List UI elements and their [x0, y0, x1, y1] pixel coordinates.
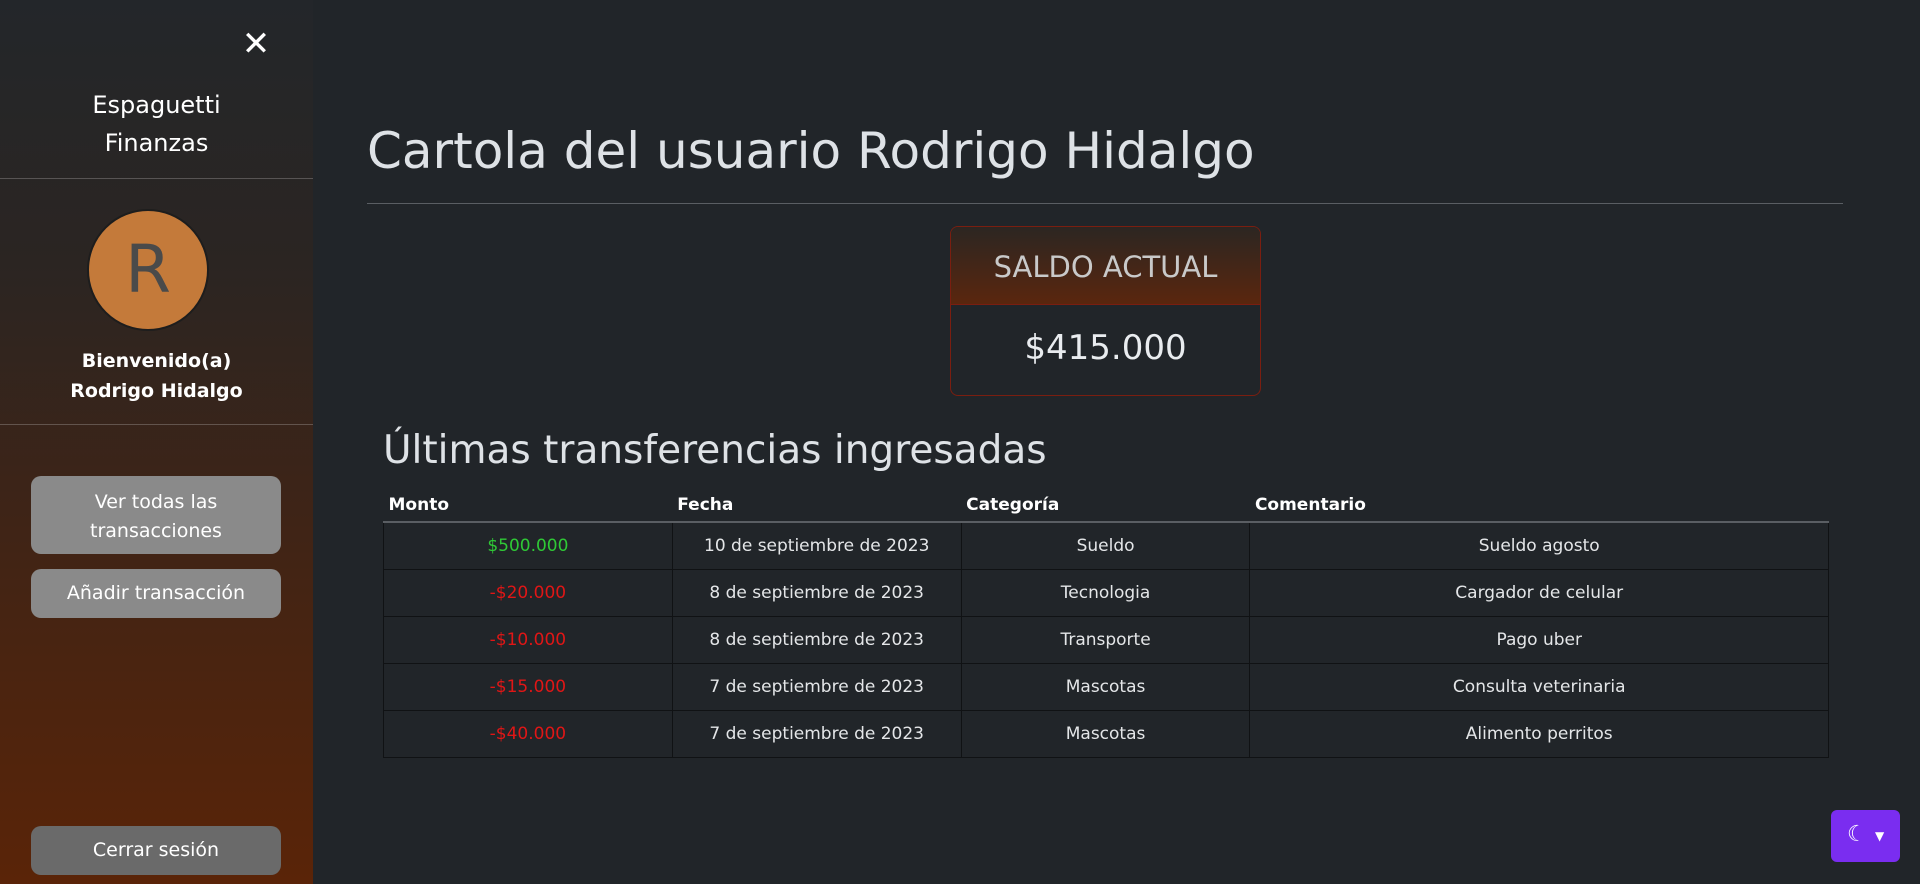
category-cell: Transporte [960, 616, 1251, 664]
date-cell: 8 de septiembre de 2023 [671, 616, 962, 664]
table-row: -$40.000 7 de septiembre de 2023 Mascota… [383, 710, 1829, 758]
chevron-down-icon: ▼ [1875, 829, 1885, 843]
sidebar-divider [0, 424, 313, 425]
transactions-table: Monto Fecha Categoría Comentario $500.00… [383, 488, 1829, 758]
amount-cell: $500.000 [383, 521, 673, 570]
view-all-transactions-button[interactable]: Ver todas las transacciones [31, 476, 281, 554]
table-row: $500.000 10 de septiembre de 2023 Sueldo… [383, 521, 1829, 570]
table-row: -$10.000 8 de septiembre de 2023 Transpo… [383, 616, 1829, 664]
avatar: R [87, 209, 209, 331]
moon-stars-icon: ☾ [1847, 822, 1867, 847]
theme-toggle-button[interactable]: ☾ ▼ [1831, 810, 1900, 862]
date-cell: 10 de septiembre de 2023 [671, 521, 962, 570]
amount-cell: -$15.000 [383, 663, 673, 711]
balance-card: SALDO ACTUAL $415.000 [950, 226, 1261, 396]
category-cell: Tecnologia [960, 569, 1251, 617]
date-cell: 7 de septiembre de 2023 [671, 710, 962, 758]
view-all-label-line-2: transacciones [90, 520, 222, 542]
category-cell: Mascotas [960, 710, 1251, 758]
brand-line-1: Espaguetti [92, 91, 221, 119]
view-all-label-line-1: Ver todas las [94, 491, 218, 513]
logout-button[interactable]: Cerrar sesión [31, 826, 281, 875]
amount-cell: -$20.000 [383, 569, 673, 617]
page-title: Cartola del usuario Rodrigo Hidalgo [367, 122, 1255, 180]
column-header-comment: Comentario [1249, 488, 1829, 523]
welcome-user-name: Rodrigo Hidalgo [70, 380, 243, 402]
close-icon[interactable]: ✕ [240, 27, 272, 61]
date-cell: 8 de septiembre de 2023 [671, 569, 962, 617]
balance-label: SALDO ACTUAL [951, 227, 1260, 305]
section-title: Últimas transferencias ingresadas [383, 428, 1047, 473]
column-header-category: Categoría [961, 488, 1250, 523]
category-cell: Sueldo [960, 521, 1251, 570]
comment-cell: Sueldo agosto [1249, 521, 1829, 570]
amount-cell: -$10.000 [383, 616, 673, 664]
comment-cell: Alimento perritos [1249, 710, 1829, 758]
add-transaction-button[interactable]: Añadir transacción [31, 569, 281, 618]
comment-cell: Pago uber [1249, 616, 1829, 664]
amount-cell: -$40.000 [383, 710, 673, 758]
brand-title: Espaguetti Finanzas [0, 86, 313, 162]
table-row: -$20.000 8 de septiembre de 2023 Tecnolo… [383, 569, 1829, 617]
comment-cell: Consulta veterinaria [1249, 663, 1829, 711]
sidebar: ✕ Espaguetti Finanzas R Bienvenido(a) Ro… [0, 0, 313, 884]
date-cell: 7 de septiembre de 2023 [671, 663, 962, 711]
balance-value: $415.000 [1024, 328, 1187, 368]
column-header-amount: Monto [383, 488, 673, 523]
category-cell: Mascotas [960, 663, 1251, 711]
column-header-date: Fecha [672, 488, 962, 523]
table-row: -$15.000 7 de septiembre de 2023 Mascota… [383, 663, 1829, 711]
welcome-line-1: Bienvenido(a) [81, 350, 232, 372]
sidebar-divider [0, 178, 313, 179]
title-divider [367, 203, 1843, 204]
comment-cell: Cargador de celular [1249, 569, 1829, 617]
table-header-row: Monto Fecha Categoría Comentario [383, 488, 1829, 523]
welcome-text: Bienvenido(a) Rodrigo Hidalgo [0, 346, 313, 406]
brand-line-2: Finanzas [104, 129, 209, 157]
